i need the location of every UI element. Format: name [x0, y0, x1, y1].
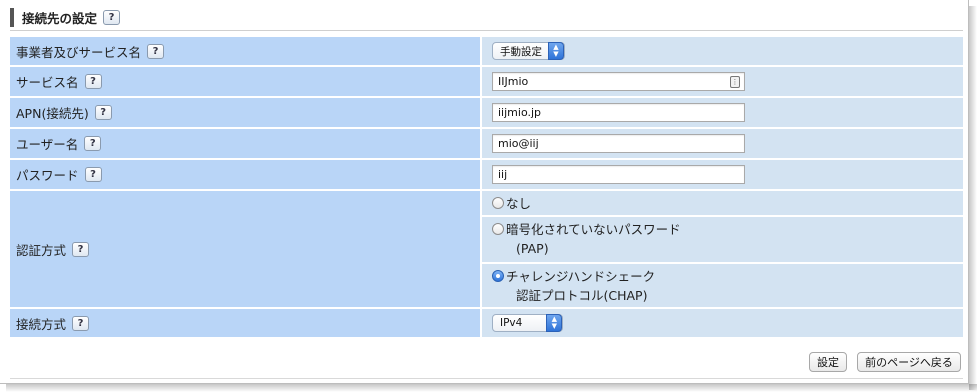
- help-icon[interactable]: ?: [84, 136, 102, 151]
- username-label: ユーザー名: [16, 137, 79, 152]
- apn-input[interactable]: iijmio.jp: [492, 103, 745, 122]
- row-apn: APN(接続先) ? iijmio.jp: [10, 98, 963, 127]
- select-arrows-icon: ▲ ▼: [546, 314, 563, 332]
- help-icon[interactable]: ?: [84, 167, 102, 182]
- help-icon[interactable]: ?: [94, 105, 112, 120]
- auth-option-chap[interactable]: チャレンジハンドシェーク 認証プロトコル(CHAP): [492, 264, 963, 307]
- connection-select-value: IPv4: [500, 317, 523, 329]
- radio-button[interactable]: [492, 197, 504, 209]
- auth-radio-group: なし 暗号化されていないパスワード (PAP) チャレンジハンドシェーク 認証プ…: [482, 191, 963, 307]
- operator-select[interactable]: 手動設定 ▲ ▼: [492, 42, 565, 60]
- apn-label: APN(接続先): [16, 106, 89, 121]
- username-value: mio@iij: [498, 137, 539, 150]
- auth-option-sublabel: (PAP): [516, 241, 549, 256]
- section-title: 接続先の設定 ?: [10, 8, 121, 27]
- help-icon[interactable]: ?: [103, 10, 121, 25]
- row-service: サービス名 ? IIJmio ⋮: [10, 67, 963, 96]
- help-icon[interactable]: ?: [147, 43, 165, 59]
- auth-option-label: チャレンジハンドシェーク: [506, 269, 656, 284]
- operator-select-value: 手動設定: [500, 45, 542, 58]
- apply-button[interactable]: 設定: [809, 352, 847, 372]
- connection-label: 接続方式: [16, 316, 67, 332]
- auth-option-pap[interactable]: 暗号化されていないパスワード (PAP): [492, 217, 963, 262]
- connection-select[interactable]: IPv4 ▲ ▼: [492, 314, 564, 332]
- auth-option-sublabel: 認証プロトコル(CHAP): [516, 288, 648, 303]
- apn-value: iijmio.jp: [498, 106, 542, 119]
- password-label: パスワード: [16, 168, 79, 183]
- row-operator: 事業者及びサービス名 ? 手動設定 ▲ ▼: [10, 37, 963, 65]
- section-title-text: 接続先の設定: [22, 11, 98, 26]
- settings-panel: 接続先の設定 ? 事業者及びサービス名 ? 手動設定 ▲ ▼ サービス名 ? I…: [0, 0, 969, 384]
- help-icon[interactable]: ?: [84, 74, 102, 89]
- row-auth: 認証方式 ? なし 暗号化されていないパスワード (PAP) チャレンジハンドシ…: [10, 191, 963, 307]
- username-input[interactable]: mio@iij: [492, 134, 745, 153]
- auth-option-none[interactable]: なし: [492, 191, 963, 215]
- service-name-value: IIJmio: [498, 75, 529, 88]
- help-icon[interactable]: ?: [72, 241, 90, 257]
- auth-label: 認証方式: [16, 242, 67, 258]
- row-connection: 接続方式 ? IPv4 ▲ ▼: [10, 309, 963, 337]
- radio-button[interactable]: [492, 223, 504, 235]
- auth-option-label: 暗号化されていないパスワード: [506, 222, 681, 237]
- back-button[interactable]: 前のページへ戻る: [857, 352, 961, 372]
- auth-option-label: なし: [506, 196, 532, 211]
- service-name-input[interactable]: IIJmio ⋮: [492, 72, 745, 91]
- keychain-icon[interactable]: ⋮: [730, 76, 740, 88]
- row-username: ユーザー名 ? mio@iij: [10, 129, 963, 158]
- row-password: パスワード ? iij: [10, 160, 963, 189]
- radio-button-selected[interactable]: [492, 270, 504, 282]
- help-icon[interactable]: ?: [72, 315, 90, 331]
- select-arrows-icon: ▲ ▼: [548, 42, 564, 60]
- operator-label: 事業者及びサービス名: [16, 44, 142, 60]
- settings-table: 事業者及びサービス名 ? 手動設定 ▲ ▼ サービス名 ? IIJmio ⋮ A…: [10, 35, 963, 339]
- password-value: iij: [498, 168, 508, 181]
- divider: [10, 30, 963, 31]
- password-input[interactable]: iij: [492, 165, 745, 184]
- divider: [10, 378, 963, 379]
- service-label: サービス名: [16, 75, 79, 90]
